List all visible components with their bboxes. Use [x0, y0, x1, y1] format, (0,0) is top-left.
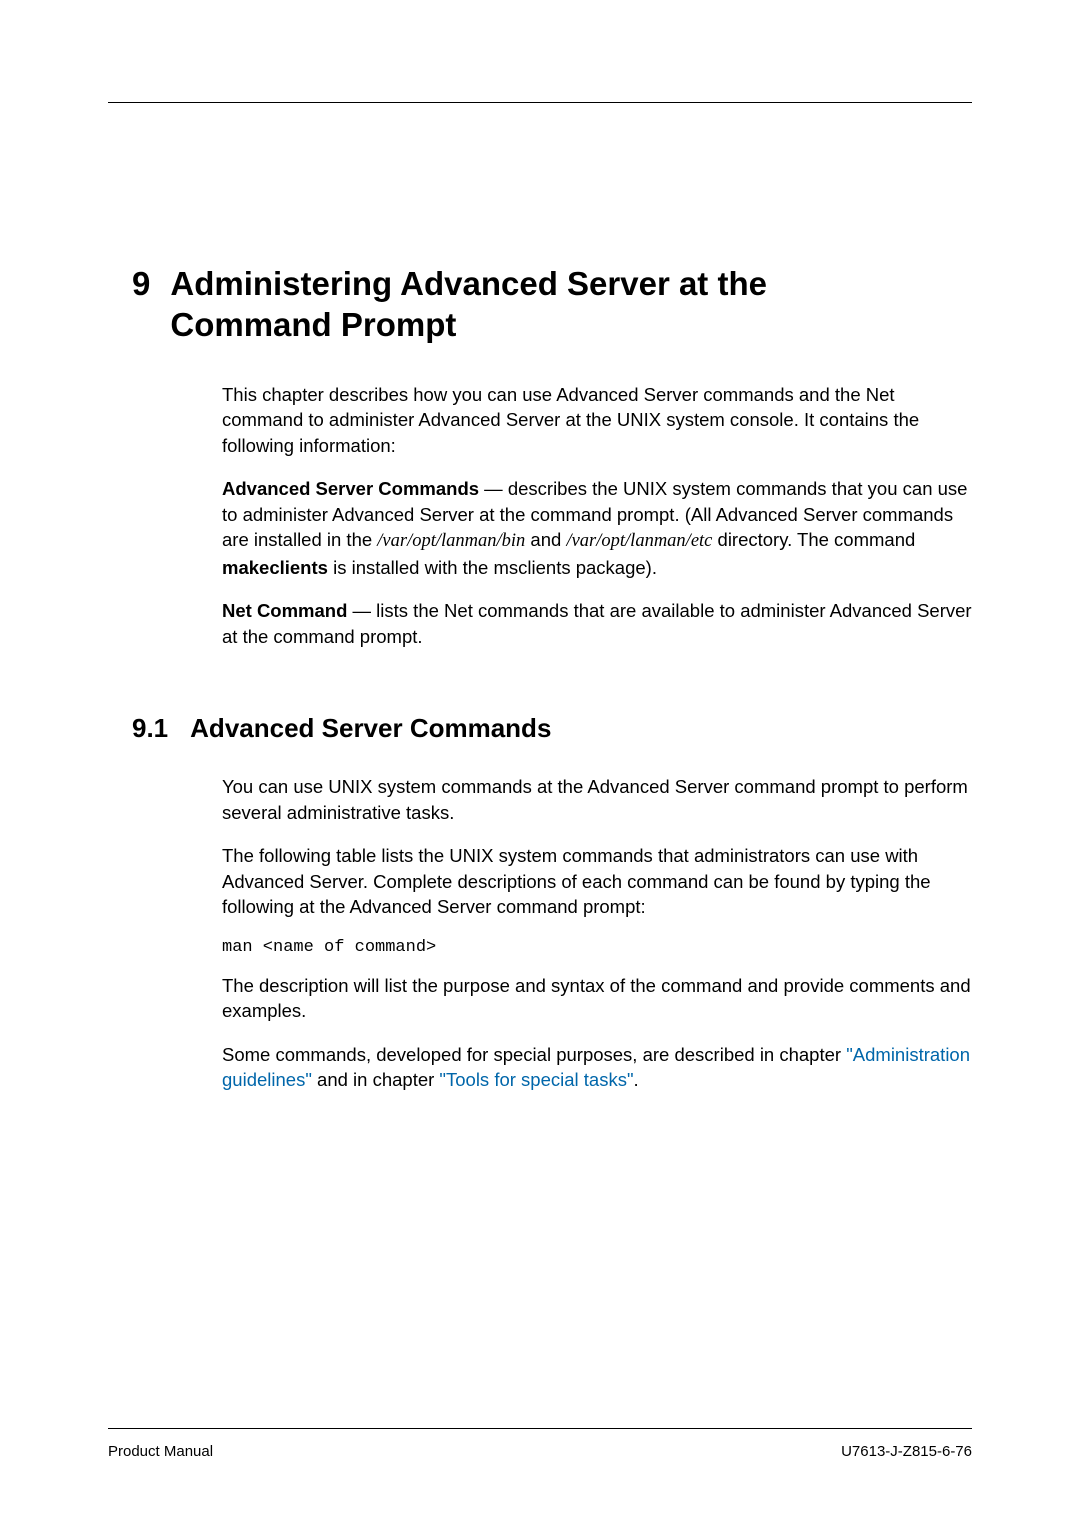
section-heading: 9.1 Advanced Server Commands — [132, 713, 972, 744]
chapter-intro: This chapter describes how you can use A… — [222, 382, 972, 650]
section-p3: The description will list the purpose an… — [222, 973, 972, 1024]
chapter-title-line1: Administering Advanced Server at the — [170, 265, 767, 302]
path-etc: /var/opt/lanman/etc — [566, 531, 712, 551]
section-p1: You can use UNIX system commands at the … — [222, 774, 972, 825]
chapter-title: Administering Advanced Server at the Com… — [170, 263, 767, 346]
section-p4-c: . — [634, 1069, 639, 1090]
section-p4: Some commands, developed for special pur… — [222, 1042, 972, 1093]
code-example: man <name of command> — [222, 938, 972, 957]
section-p4-a: Some commands, developed for special pur… — [222, 1044, 846, 1065]
netcmd-label: Net Command — [222, 600, 347, 621]
asc-text-b: directory. The command — [712, 529, 915, 550]
section-body: You can use UNIX system commands at the … — [222, 774, 972, 1093]
section-title: Advanced Server Commands — [190, 713, 551, 744]
section-p4-b: and in chapter — [312, 1069, 440, 1090]
chapter-number: 9 — [132, 263, 150, 304]
footer-right: U7613-J-Z815-6-76 — [841, 1443, 972, 1460]
section-p2: The following table lists the UNIX syste… — [222, 843, 972, 920]
page-footer: Product Manual U7613-J-Z815-6-76 — [108, 1428, 972, 1460]
asc-text-c: is installed with the msclients package)… — [328, 557, 657, 578]
chapter-heading: 9 Administering Advanced Server at the C… — [132, 263, 972, 346]
top-divider — [108, 102, 972, 103]
makeclients-label: makeclients — [222, 557, 328, 578]
intro-paragraph-1: This chapter describes how you can use A… — [222, 382, 972, 459]
footer-left: Product Manual — [108, 1443, 213, 1460]
section-number: 9.1 — [132, 713, 168, 744]
link-tools-special[interactable]: "Tools for special tasks" — [439, 1069, 633, 1090]
intro-paragraph-3: Net Command — lists the Net commands tha… — [222, 598, 972, 649]
chapter-title-line2: Command Prompt — [170, 306, 456, 343]
path-bin: /var/opt/lanman/bin — [377, 531, 525, 551]
asc-label: Advanced Server Commands — [222, 478, 479, 499]
asc-and: and — [525, 529, 566, 550]
intro-paragraph-2: Advanced Server Commands — describes the… — [222, 476, 972, 580]
document-page: 9 Administering Advanced Server at the C… — [0, 0, 1080, 1528]
